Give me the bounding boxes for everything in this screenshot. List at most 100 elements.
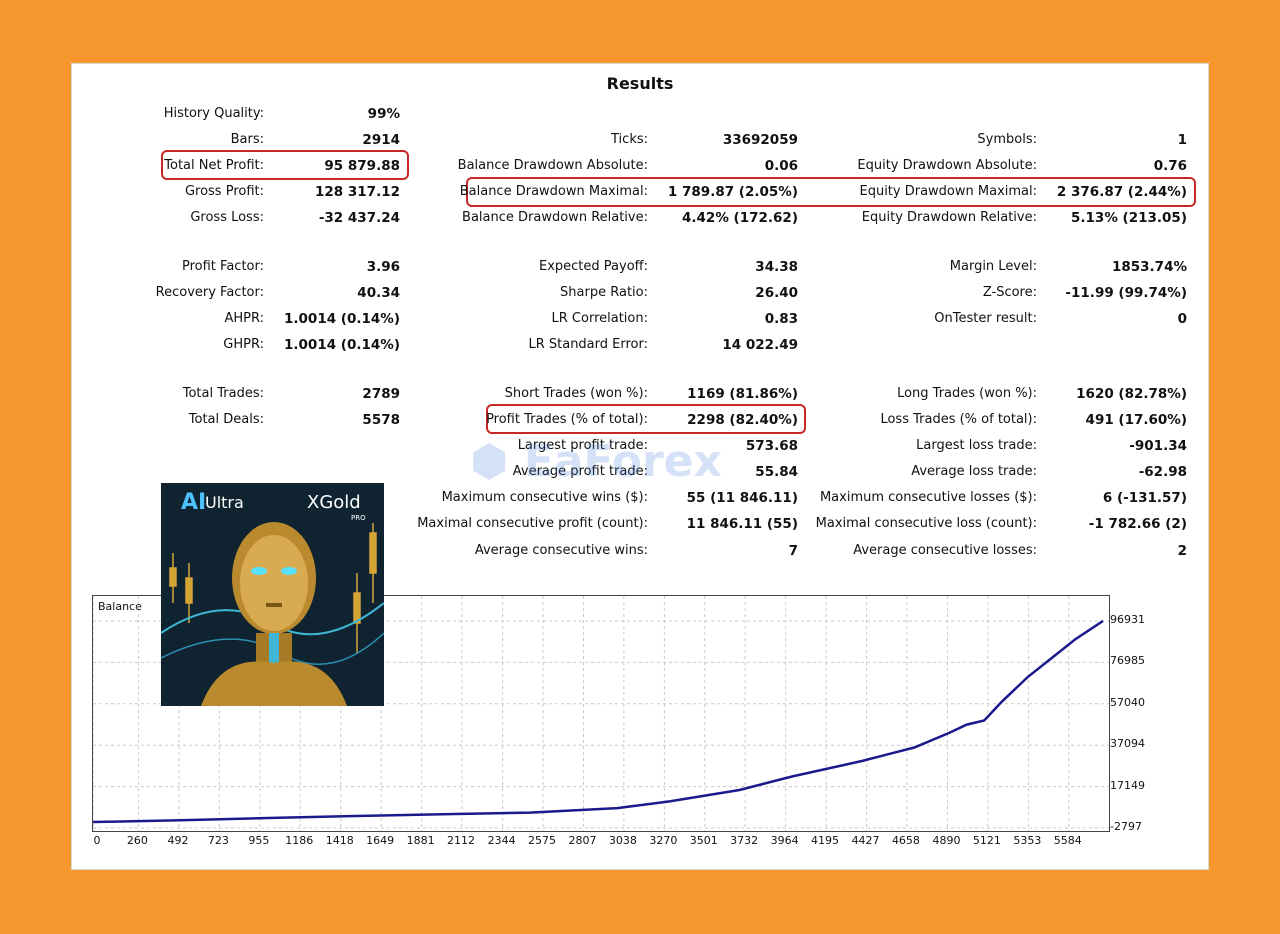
average-consecutive-wins-value: 7 [788, 543, 798, 559]
y-tick-label: 76985 [1110, 654, 1145, 668]
y-tick-label: 17149 [1110, 778, 1145, 792]
x-tick-label: 3501 [689, 834, 718, 847]
average-loss-trade-label: Average loss trade: [911, 464, 1037, 479]
sharpe-ratio-label: Sharpe Ratio: [560, 285, 648, 300]
product-xgold-text: XGold [307, 492, 361, 513]
x-tick-label: 4427 [851, 834, 880, 847]
x-tick-label: 2807 [568, 834, 597, 847]
loss-trades-value: 491 (17.60%) [1085, 412, 1187, 428]
equity-dd-absolute-label: Equity Drawdown Absolute: [857, 158, 1037, 173]
max-consecutive-losses-value: 6 (-131.57) [1102, 490, 1187, 506]
short-trades-label: Short Trades (won %): [504, 386, 648, 401]
total-trades-label: Total Trades: [182, 386, 264, 401]
x-tick-label: 4658 [891, 834, 920, 847]
x-tick-label: 492 [167, 834, 189, 847]
maximal-consecutive-loss-value: -1 782.66 (2) [1088, 516, 1187, 532]
average-loss-trade-value: -62.98 [1138, 464, 1187, 480]
average-consecutive-losses-value: 2 [1177, 543, 1187, 559]
x-tick-label: 260 [126, 834, 148, 847]
average-consecutive-losses-label: Average consecutive losses: [853, 543, 1037, 558]
equity-dd-maximal-value: 2 376.87 (2.44%) [1056, 184, 1187, 200]
equity-dd-relative-label: Equity Drawdown Relative: [861, 210, 1037, 225]
largest-profit-trade-value: 573.68 [745, 438, 798, 454]
balance-dd-maximal-value: 1 789.87 (2.05%) [667, 184, 798, 200]
total-net-profit-label: Total Net Profit: [164, 158, 264, 173]
product-ai-text: AI [181, 490, 206, 515]
balance-dd-absolute-label: Balance Drawdown Absolute: [457, 158, 648, 173]
x-tick-label: 5584 [1053, 834, 1082, 847]
x-tick-label: 4195 [811, 834, 840, 847]
x-tick-label: 955 [248, 834, 270, 847]
lr-correlation-label: LR Correlation: [551, 311, 648, 326]
ahpr-value: 1.0014 (0.14%) [284, 311, 400, 327]
history-quality-label: History Quality: [163, 106, 264, 121]
profit-factor-label: Profit Factor: [182, 259, 264, 274]
ghpr-value: 1.0014 (0.14%) [284, 337, 400, 353]
x-tick-label: 2575 [527, 834, 556, 847]
lr-standard-error-label: LR Standard Error: [528, 337, 648, 352]
total-trades-value: 2789 [362, 386, 400, 402]
total-deals-value: 5578 [362, 412, 400, 428]
gross-profit-value: 128 317.12 [315, 184, 400, 200]
average-consecutive-wins-label: Average consecutive wins: [474, 543, 648, 558]
ai-ultra-xgold-product-image: AI Ultra XGold PRO [161, 483, 384, 706]
y-tick-label: 96931 [1110, 613, 1145, 626]
profit-factor-value: 3.96 [366, 259, 400, 275]
x-tick-label: 1186 [285, 834, 314, 847]
average-profit-trade-value: 55.84 [755, 464, 798, 480]
ontester-result-label: OnTester result: [934, 311, 1037, 326]
sharpe-ratio-value: 26.40 [755, 285, 798, 301]
gross-loss-label: Gross Loss: [190, 210, 264, 225]
product-ultra-text: Ultra [205, 493, 244, 512]
total-net-profit-value: 95 879.88 [324, 158, 400, 174]
z-score-value: -11.99 (99.74%) [1065, 285, 1187, 301]
balance-dd-maximal-label: Balance Drawdown Maximal: [459, 184, 648, 199]
y-tick-label: -2797 [1110, 820, 1142, 833]
ontester-result-value: 0 [1177, 311, 1187, 327]
recovery-factor-label: Recovery Factor: [155, 285, 264, 300]
largest-loss-trade-value: -901.34 [1129, 438, 1187, 454]
maximal-consecutive-profit-label: Maximal consecutive profit (count): [417, 516, 648, 531]
x-tick-label: 3270 [649, 834, 678, 847]
results-title: Results [606, 74, 674, 93]
total-deals-label: Total Deals: [188, 412, 264, 427]
x-tick-label: 3732 [730, 834, 759, 847]
watermark-logo-icon: ⬢ [470, 436, 524, 487]
ahpr-label: AHPR: [224, 311, 264, 326]
x-tick-label: 2112 [447, 834, 476, 847]
balance-dd-relative-label: Balance Drawdown Relative: [462, 210, 648, 225]
robot-artwork-icon: AI Ultra XGold PRO [161, 483, 384, 706]
equity-dd-absolute-value: 0.76 [1153, 158, 1187, 174]
profit-trades-value: 2298 (82.40%) [687, 412, 798, 428]
equity-dd-relative-value: 5.13% (213.05) [1071, 210, 1187, 226]
eaforex-watermark: ⬢ EaForex [470, 436, 722, 487]
y-tick-label: 57040 [1110, 695, 1145, 709]
max-consecutive-wins-value: 55 (11 846.11) [686, 490, 798, 506]
lr-correlation-value: 0.83 [764, 311, 798, 327]
x-tick-label: 5121 [972, 834, 1001, 847]
history-quality-value: 99% [367, 106, 400, 122]
long-trades-label: Long Trades (won %): [897, 386, 1037, 401]
equity-dd-maximal-label: Equity Drawdown Maximal: [859, 184, 1037, 199]
lr-standard-error-value: 14 022.49 [722, 337, 798, 353]
recovery-factor-value: 40.34 [357, 285, 400, 301]
chart-label: Balance [98, 600, 142, 613]
long-trades-value: 1620 (82.78%) [1076, 386, 1187, 402]
balance-dd-relative-value: 4.42% (172.62) [682, 210, 798, 226]
x-tick-label: 1881 [406, 834, 435, 847]
largest-loss-trade-label: Largest loss trade: [916, 438, 1037, 453]
x-tick-label: 3038 [608, 834, 637, 847]
ticks-value: 33692059 [722, 132, 798, 148]
x-tick-label: 4890 [932, 834, 961, 847]
x-tick-label: 3964 [770, 834, 799, 847]
z-score-label: Z-Score: [982, 285, 1037, 300]
symbols-label: Symbols: [977, 132, 1037, 147]
bars-value: 2914 [362, 132, 400, 148]
x-tick-label: 1649 [366, 834, 395, 847]
loss-trades-label: Loss Trades (% of total): [880, 412, 1037, 427]
x-tick-label: 0 [93, 834, 101, 847]
results-panel: Results History Quality: 99% Bars: 2914 … [71, 63, 1209, 870]
product-pro-text: PRO [351, 514, 366, 522]
balance-dd-absolute-value: 0.06 [764, 158, 798, 174]
short-trades-value: 1169 (81.86%) [687, 386, 798, 402]
